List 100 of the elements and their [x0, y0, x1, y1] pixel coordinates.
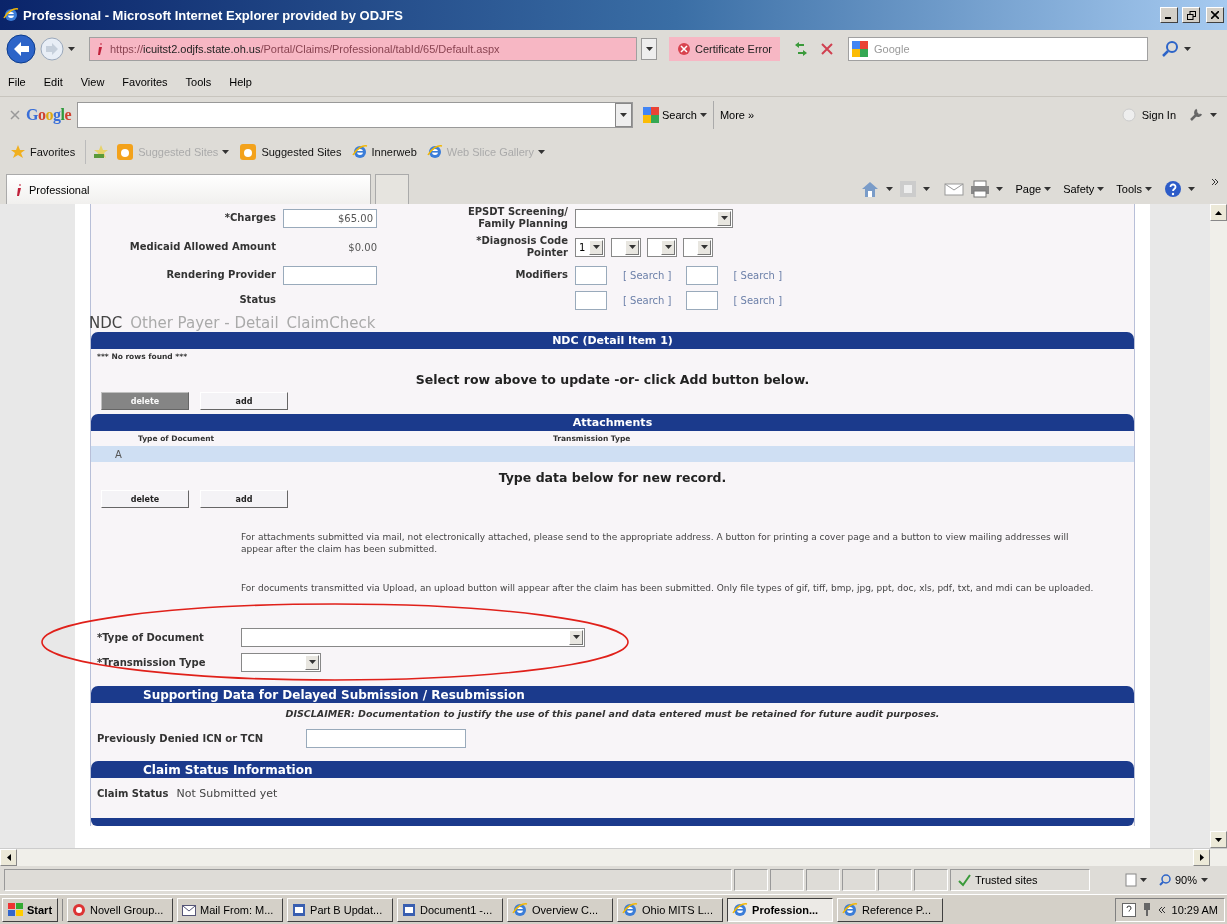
field-value: Not Submitted yet: [176, 786, 278, 800]
window-title: Professional - Microsoft Internet Explorer provided by ODJFS: [23, 7, 404, 23]
minimize-button[interactable]: [1160, 7, 1178, 23]
taskbar-item[interactable]: Profession...: [727, 897, 834, 922]
browser-page-icon: [351, 144, 368, 160]
up-arrow-icon[interactable]: [1215, 210, 1222, 215]
field-label: Claim Status: [97, 787, 169, 799]
menu-item[interactable]: Help: [229, 76, 252, 88]
table-row[interactable]: A: [91, 446, 1134, 462]
search-link[interactable]: [ Search ]: [733, 269, 783, 281]
help-icon[interactable]: [1121, 902, 1136, 917]
history-caret-icon[interactable]: [68, 47, 75, 51]
sign-in-link[interactable]: Sign In: [1141, 108, 1176, 121]
dropdown-field[interactable]: 1: [575, 237, 605, 257]
action-button[interactable]: add: [200, 490, 288, 508]
caret-icon[interactable]: [645, 47, 653, 51]
taskbar-item[interactable]: Ohio MITS L...: [617, 897, 724, 922]
favorites-item[interactable]: Innerweb: [351, 144, 417, 160]
search-link[interactable]: [ Search ]: [623, 269, 672, 281]
search-button[interactable]: Search: [643, 106, 707, 123]
zoom-control[interactable]: 90%: [1153, 874, 1223, 886]
text-field[interactable]: [685, 290, 718, 310]
command-menu[interactable]: Safety: [1063, 183, 1105, 195]
section-header: NDC (Detail Item 1): [91, 332, 1134, 349]
text-field[interactable]: [575, 265, 607, 285]
search-link[interactable]: [ Search ]: [733, 294, 783, 306]
print-icon[interactable]: [970, 180, 991, 198]
action-button[interactable]: delete: [101, 490, 189, 508]
taskbar-item[interactable]: Novell Group...: [67, 897, 174, 922]
wrench-icon[interactable]: [1188, 106, 1204, 123]
vertical-scrollbar[interactable]: [1210, 204, 1227, 848]
menu-item[interactable]: File: [8, 76, 26, 88]
taskbar-item[interactable]: Document1 -...: [397, 897, 504, 922]
down-arrow-icon[interactable]: [1215, 837, 1222, 842]
menu-item[interactable]: View: [80, 76, 105, 88]
dropdown-field[interactable]: [611, 237, 641, 257]
menu-item[interactable]: Edit: [43, 76, 63, 88]
favorites-item[interactable]: Suggested Sites: [239, 143, 342, 161]
menu-item[interactable]: Favorites: [122, 76, 168, 88]
caret-icon[interactable]: [1188, 187, 1195, 191]
search-icon[interactable]: [1160, 39, 1181, 59]
dropdown-field[interactable]: [683, 237, 713, 257]
status-pane: [806, 869, 840, 891]
dropdown-field[interactable]: [647, 237, 677, 257]
field-value: $0.00: [347, 241, 377, 253]
field-label: *Transmission Type: [97, 656, 207, 668]
address-dropdown-button[interactable]: [641, 38, 657, 60]
section-tab[interactable]: NDC: [89, 314, 123, 332]
caret-icon[interactable]: [1210, 112, 1217, 117]
command-menu[interactable]: Page: [1015, 183, 1052, 195]
close-icon[interactable]: [1211, 11, 1219, 19]
caret-icon[interactable]: [1044, 187, 1052, 191]
search-box[interactable]: Google: [848, 37, 1149, 61]
text-field[interactable]: [685, 265, 718, 285]
dropdown-button[interactable]: [615, 102, 632, 127]
dropdown-field[interactable]: [241, 652, 321, 672]
caret-icon[interactable]: [620, 112, 627, 117]
caret-icon[interactable]: [699, 112, 707, 117]
command-menu[interactable]: Tools: [1116, 183, 1152, 195]
search-link[interactable]: [ Search ]: [623, 294, 672, 306]
disclaimer-text: DISCLAIMER: Documentation to justify the use of this panel and data entered must be retained for future audit purposes.: [284, 707, 941, 721]
document-icon: [292, 902, 307, 917]
dropdown-field[interactable]: [241, 627, 585, 647]
caret-icon[interactable]: [923, 187, 931, 191]
address-field[interactable]: https://icuitst2.odjfs.state.oh.us/Portal/Claims/Professional/tabId/65/Default.aspx: [89, 37, 637, 61]
dropdown-field[interactable]: [575, 208, 733, 228]
caret-icon[interactable]: [886, 187, 894, 191]
plug-icon[interactable]: [1141, 902, 1152, 917]
text-field[interactable]: $65.00: [283, 208, 377, 228]
start-button[interactable]: Start: [2, 897, 59, 922]
text-field[interactable]: [306, 728, 466, 748]
taskbar-item[interactable]: Part B Updat...: [287, 897, 394, 922]
search-caret-icon[interactable]: [1184, 47, 1192, 51]
caret-icon[interactable]: [1201, 878, 1209, 882]
field-label: EPSDT Screening/ Family Planning: [466, 206, 568, 230]
toolbar-search-field[interactable]: [77, 101, 633, 128]
text-field[interactable]: [283, 265, 377, 285]
taskbar-item[interactable]: Overview C...: [507, 897, 614, 922]
certificate-error-button[interactable]: Certificate Error: [669, 37, 781, 61]
browser-tab[interactable]: Professional: [6, 174, 371, 204]
action-button[interactable]: add: [200, 392, 288, 410]
chevron-icon[interactable]: [1211, 178, 1219, 186]
left-arrow-icon[interactable]: [6, 854, 11, 861]
more-link[interactable]: More »: [719, 108, 755, 121]
status-pane: [734, 869, 768, 891]
taskbar-item[interactable]: Reference P...: [837, 897, 944, 922]
close-button[interactable]: [1206, 7, 1224, 23]
help-icon[interactable]: [1164, 180, 1182, 198]
menu-item[interactable]: Tools: [185, 76, 212, 88]
caret-icon[interactable]: [1097, 187, 1105, 191]
field-label: Modifiers: [515, 269, 568, 281]
text-field[interactable]: [575, 290, 607, 310]
caret-icon[interactable]: [1140, 878, 1147, 882]
expand-tray-icon[interactable]: [1157, 905, 1166, 914]
caret-icon[interactable]: [1145, 187, 1152, 191]
restore-button[interactable]: [1182, 7, 1200, 23]
back-button[interactable]: [6, 34, 36, 64]
taskbar-item[interactable]: Mail From: M...: [177, 897, 284, 922]
favorites-item[interactable]: Favorites: [10, 144, 76, 160]
caret-icon[interactable]: [996, 187, 1004, 191]
